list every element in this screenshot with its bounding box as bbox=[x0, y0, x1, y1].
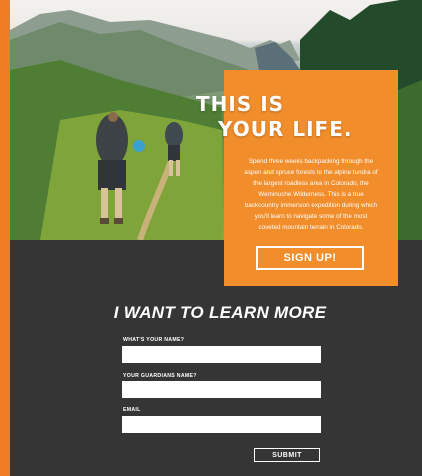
hero-headline: THIS IS YOUR LIFE. bbox=[196, 92, 352, 142]
name-label: WHAT'S YOUR NAME? bbox=[123, 337, 185, 343]
email-input[interactable] bbox=[122, 416, 321, 433]
guardian-name-input[interactable] bbox=[122, 381, 321, 398]
name-input[interactable] bbox=[122, 346, 321, 363]
guardian-name-label: YOUR GUARDIANS NAME? bbox=[123, 373, 197, 379]
headline-line-1: THIS IS bbox=[196, 92, 285, 116]
submit-button[interactable]: SUBMIT bbox=[254, 448, 320, 462]
accent-edge-bar bbox=[0, 0, 10, 476]
email-label: EMAIL bbox=[123, 407, 141, 413]
headline-line-2: YOUR LIFE. bbox=[218, 117, 353, 141]
form-title: I WANT TO LEARN MORE bbox=[113, 303, 327, 322]
sign-up-button[interactable]: SIGN UP! bbox=[256, 246, 364, 270]
promo-description: Spend three weeks backpacking through th… bbox=[244, 158, 378, 231]
